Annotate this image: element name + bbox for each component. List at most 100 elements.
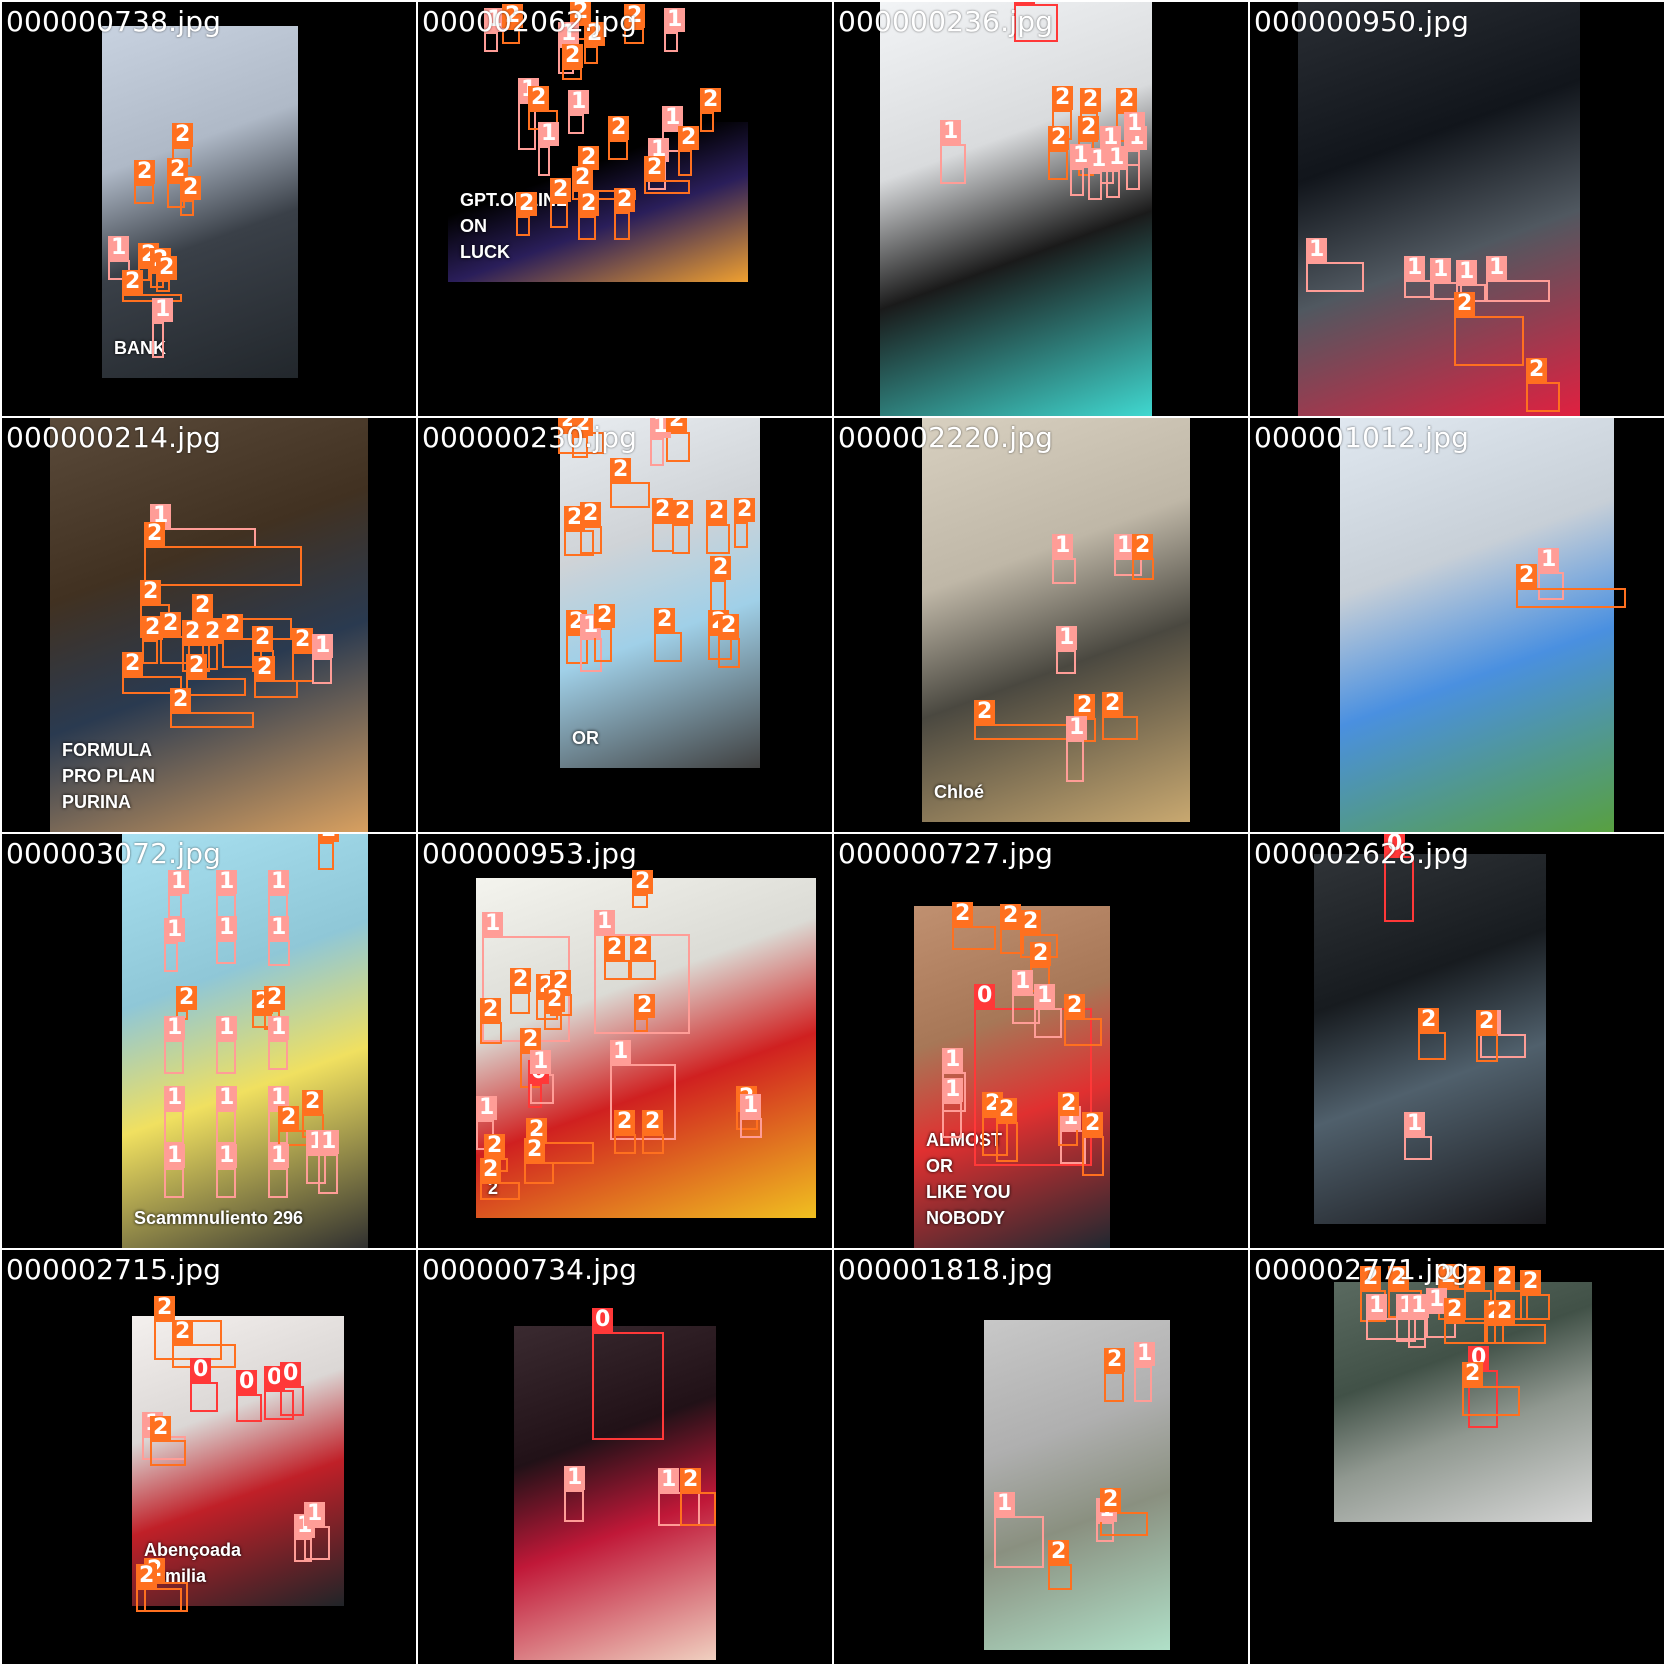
bounding-box xyxy=(1516,588,1626,608)
image-tile[interactable]: 1 2 000001012.jpg xyxy=(1250,418,1664,832)
class-label-tag: 2 xyxy=(1048,126,1070,150)
image-tile[interactable]: 2211222222222012112221222000000953.jpg xyxy=(418,834,832,1248)
frame-text: Chloé xyxy=(934,782,985,802)
image-tile[interactable]: NOBODY LIKE YOU OR ALMOST 2 2 2 2 0 1 1 2 1 1 2 2 1 2 2 000… xyxy=(834,834,1248,1248)
filename-label: 000000214.jpg xyxy=(6,421,222,454)
filename-label: 000001818.jpg xyxy=(838,1253,1054,1286)
bounding-box xyxy=(614,1134,636,1154)
image-tile[interactable]: 02121000002628.jpg xyxy=(1250,834,1664,1248)
class-label-tag: 2 xyxy=(1078,116,1100,140)
class-label-tag: 2 xyxy=(578,192,600,216)
bounding-box xyxy=(994,1516,1044,1568)
bounding-box xyxy=(654,632,682,662)
bounding-box xyxy=(1048,1564,1072,1590)
class-label-tag: 2 xyxy=(264,986,286,1010)
bounding-box xyxy=(524,1162,554,1184)
class-label-tag: 1 xyxy=(1366,1294,1388,1318)
class-label-tag: 1 xyxy=(1134,1342,1156,1366)
bounding-box xyxy=(564,1490,584,1522)
class-label-tag: 0 xyxy=(190,1358,212,1382)
bounding-box xyxy=(1134,1366,1152,1402)
class-label-tag: 2 xyxy=(710,556,732,580)
class-label-tag: 2 xyxy=(1080,88,1102,112)
image-tile[interactable]: 0 1 1 2 000000734.jpg xyxy=(418,1250,832,1664)
bounding-box xyxy=(268,1168,288,1198)
class-label-tag: 2 xyxy=(136,1564,158,1588)
class-label-tag: 2 xyxy=(608,116,630,140)
class-label-tag: 2 xyxy=(140,580,162,604)
class-label-tag: 1 xyxy=(740,1094,762,1118)
image-grid: BANK2222122221000000738.jpgLUCKONGPT.ONL… xyxy=(0,0,1664,1664)
image-tile[interactable]: LUCKONGPT.ONLINE122211221211221212222222… xyxy=(418,2,832,416)
class-label-tag: 2 xyxy=(580,502,602,526)
image-tile[interactable]: FamiliaAbençoada220000121122000002715.jp… xyxy=(2,1250,416,1664)
bounding-box xyxy=(480,1022,502,1044)
class-label-tag: 2 xyxy=(594,604,616,628)
frame-text: ON xyxy=(460,216,487,236)
bounding-box xyxy=(1052,558,1076,584)
bounding-box xyxy=(1066,740,1084,782)
bounding-box xyxy=(180,200,194,216)
class-label-tag: 1 xyxy=(216,1016,238,1040)
class-label-tag: 2 xyxy=(170,688,192,712)
frame-image xyxy=(1298,2,1580,416)
bounding-box xyxy=(604,960,630,980)
class-label-tag: 2 xyxy=(122,652,144,676)
image-tile[interactable]: 222222111122202000002771.jpg xyxy=(1250,1250,1664,1664)
class-label-tag: 2 xyxy=(572,166,594,190)
class-label-tag: 1 xyxy=(482,912,504,936)
class-label-tag: 2 xyxy=(484,1134,506,1158)
class-label-tag: 1 xyxy=(216,1144,238,1168)
bounding-box xyxy=(136,1588,182,1612)
class-label-tag: 2 xyxy=(1082,1112,1104,1136)
frame-image xyxy=(880,2,1152,416)
class-label-tag: 2 xyxy=(134,160,156,184)
class-label-tag: 2 xyxy=(1418,1008,1440,1032)
bounding-box xyxy=(1070,168,1084,196)
class-label-tag: 2 xyxy=(550,178,572,202)
image-tile[interactable]: Chloé 1 1 2 1 2 2 2 1 000002220.jpg xyxy=(834,418,1248,832)
bounding-box xyxy=(1476,1034,1498,1062)
bounding-box xyxy=(152,322,164,358)
class-label-tag: 2 xyxy=(1454,292,1476,316)
bounding-box xyxy=(216,1110,236,1144)
bounding-box xyxy=(1088,172,1102,200)
bounding-box xyxy=(740,1118,762,1138)
class-label-tag: 2 xyxy=(202,620,224,644)
bounding-box xyxy=(544,1012,562,1030)
class-label-tag: 2 xyxy=(1526,358,1548,382)
frame-image xyxy=(102,26,298,378)
bounding-box xyxy=(1454,316,1524,366)
bounding-box xyxy=(632,894,648,908)
filename-label: 000002628.jpg xyxy=(1254,837,1470,870)
class-label-tag: 2 xyxy=(318,834,340,842)
class-label-tag: 1 xyxy=(268,1144,290,1168)
image-tile[interactable]: OR221222222222212222000000230.jpg xyxy=(418,418,832,832)
class-label-tag: 2 xyxy=(156,256,178,280)
frame-text: PRO PLAN xyxy=(62,766,156,786)
class-label-tag: 2 xyxy=(700,88,722,112)
class-label-tag: 2 xyxy=(1516,564,1538,588)
bounding-box xyxy=(680,1492,716,1526)
class-label-tag: 2 xyxy=(516,192,538,216)
image-tile[interactable]: BANK2222122221000000738.jpg xyxy=(2,2,416,416)
bounding-box xyxy=(142,640,158,664)
class-label-tag: 1 xyxy=(942,1048,964,1072)
image-tile[interactable]: PURINA PRO PLAN FORMULA 1 2 2 2 2 2 2 2 2 2 2 1 2 2 2 2 000… xyxy=(2,418,416,832)
class-label-tag: 0 xyxy=(236,1370,258,1394)
bounding-box xyxy=(318,842,334,870)
class-label-tag: 1 xyxy=(1052,534,1074,558)
class-label-tag: 2 xyxy=(186,654,208,678)
image-tile[interactable]: 211122000001818.jpg xyxy=(834,1250,1248,1664)
filename-label: 000000230.jpg xyxy=(422,421,638,454)
image-tile[interactable]: 1 1 1 1 1 2 2 000000950.jpg xyxy=(1250,2,1664,416)
image-tile[interactable]: 0122222111111000000236.jpg xyxy=(834,2,1248,416)
class-label-tag: 1 xyxy=(942,1078,964,1102)
image-tile[interactable]: Scammnuliento 29611111122211111111122121… xyxy=(2,834,416,1248)
class-label-tag: 1 xyxy=(538,122,560,146)
filename-label: 000003072.jpg xyxy=(6,837,222,870)
filename-label: 000000727.jpg xyxy=(838,837,1054,870)
class-label-tag: 2 xyxy=(654,608,676,632)
bounding-box xyxy=(942,1102,962,1138)
class-label-tag: 2 xyxy=(254,656,276,680)
